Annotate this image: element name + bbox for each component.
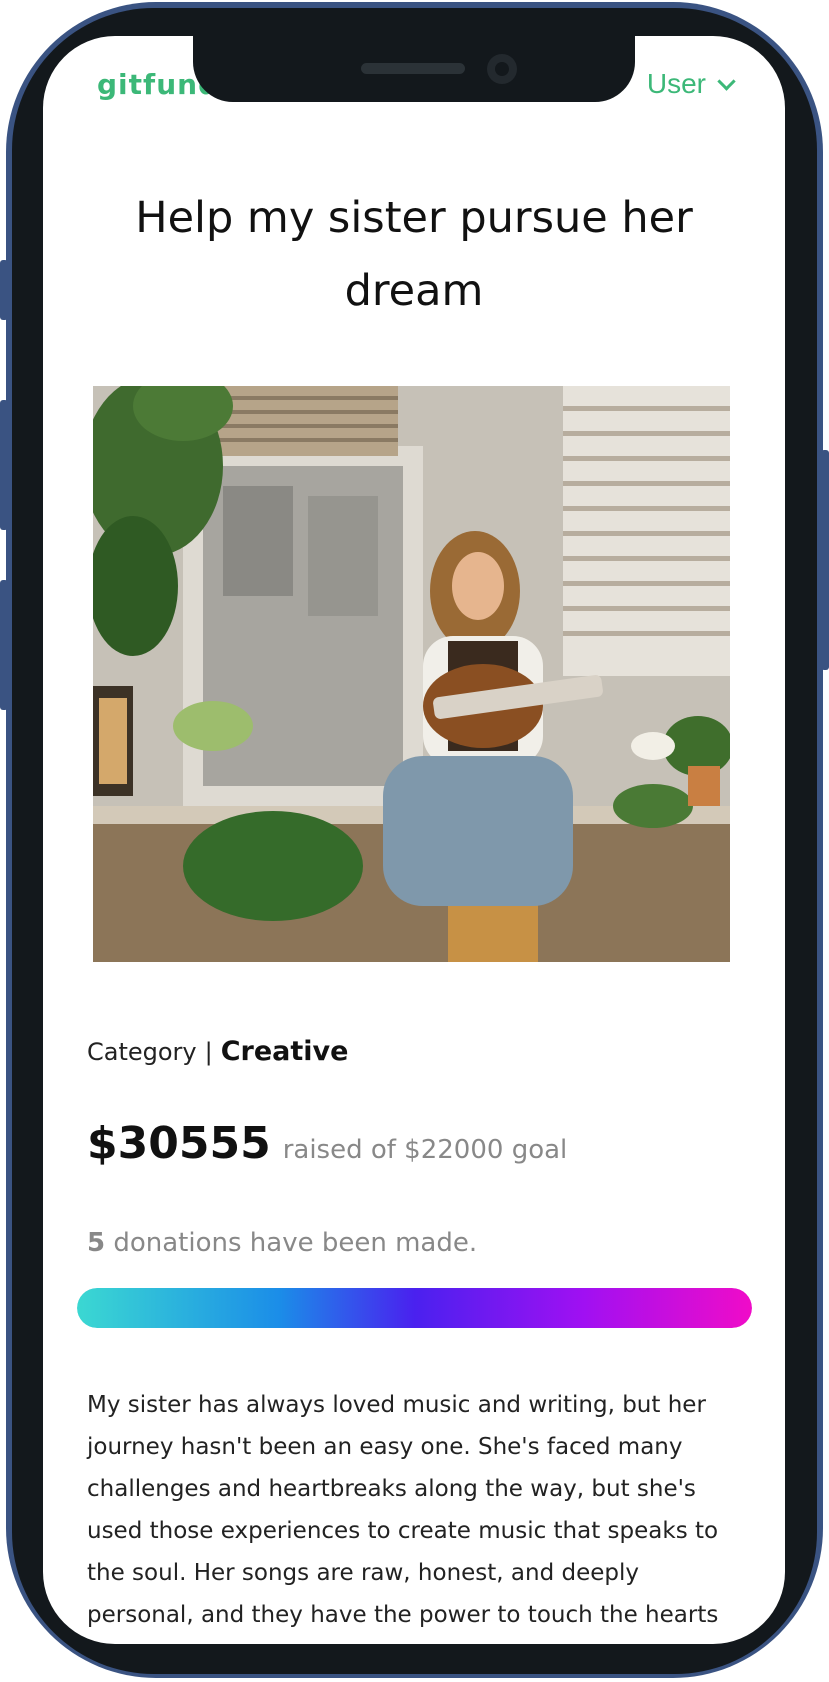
- phone-screen: gitfund User Help my sister pursue her d…: [43, 36, 785, 1644]
- funding-summary: $30555 raised of $22000 goal: [87, 1118, 567, 1169]
- amount-raised: $30555: [87, 1118, 271, 1169]
- funding-progress-bar: [77, 1288, 752, 1328]
- side-button-volume-up: [0, 400, 8, 530]
- campaign-story: My sister has always loved music and wri…: [87, 1392, 719, 1628]
- progress-fill: [77, 1288, 752, 1328]
- donations-count: 5: [87, 1228, 106, 1258]
- user-menu-label: User: [646, 68, 706, 99]
- category-value: Creative: [220, 1036, 349, 1067]
- user-menu-button[interactable]: User: [646, 68, 736, 100]
- side-button-volume-down: [0, 580, 8, 710]
- chevron-down-icon: [717, 71, 736, 91]
- donations-summary: 5 donations have been made.: [87, 1228, 477, 1258]
- camera-icon: [487, 54, 517, 84]
- goal-text: raised of $22000 goal: [282, 1135, 568, 1165]
- campaign-title: Help my sister pursue her dream: [135, 193, 693, 316]
- category-separator: |: [204, 1038, 213, 1066]
- side-button-mute: [0, 260, 8, 320]
- side-button-power: [821, 450, 829, 670]
- hero-photo-illustration: [93, 386, 730, 962]
- speaker-grille: [361, 63, 465, 74]
- donations-text: donations have been made.: [113, 1228, 478, 1258]
- campaign-hero-image: [93, 386, 730, 962]
- campaign-category: Category | Creative: [87, 1036, 348, 1067]
- category-label: Category: [87, 1038, 197, 1066]
- notch: [193, 36, 635, 102]
